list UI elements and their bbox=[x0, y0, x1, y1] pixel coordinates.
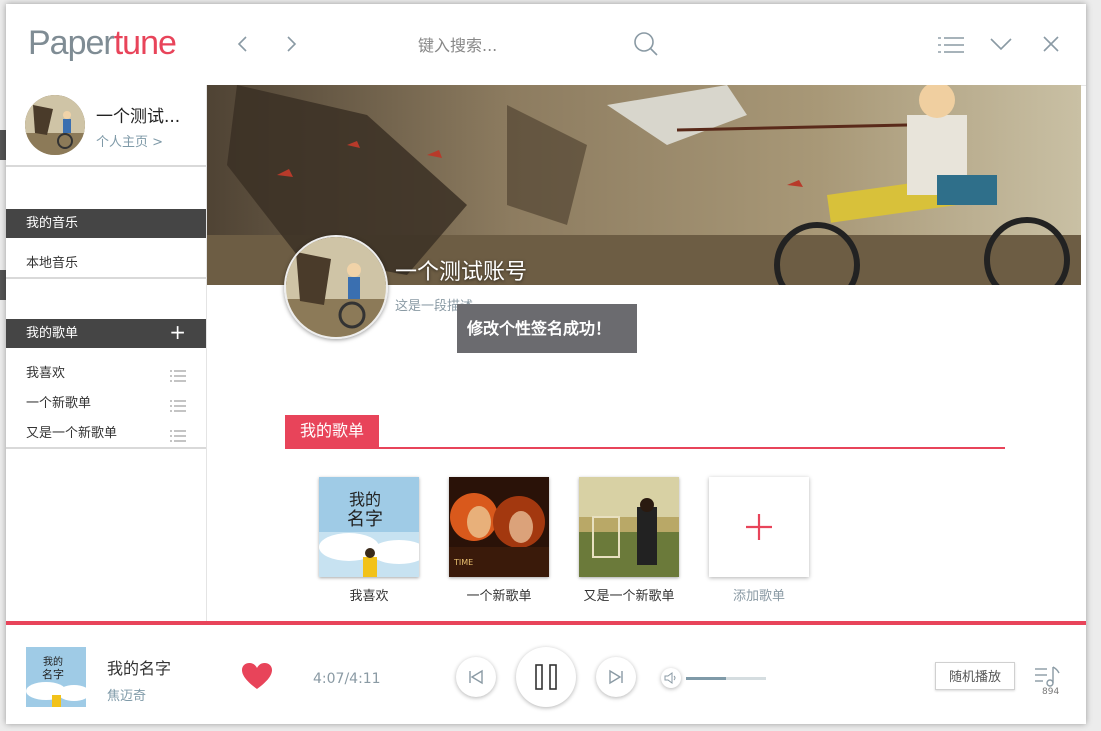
playlist-card-new[interactable]: TIME 一个新歌单 bbox=[449, 477, 549, 604]
profile-username: 一个测试账号 bbox=[395, 260, 528, 285]
avatar[interactable] bbox=[25, 95, 85, 155]
my-music-header: 我的音乐 bbox=[6, 209, 206, 238]
now-playing-title: 我的名字 bbox=[107, 659, 172, 678]
playlist-list-icon[interactable] bbox=[170, 367, 186, 382]
volume-level-fill bbox=[686, 677, 726, 680]
heart-icon[interactable] bbox=[242, 663, 272, 691]
playlist-cover[interactable]: TIME bbox=[449, 477, 549, 577]
sidebar-playlist-favorites[interactable]: 我喜欢 bbox=[26, 362, 65, 381]
profile-name: 一个测试... bbox=[96, 107, 181, 127]
playlists-section-title: 我的歌单 bbox=[285, 415, 380, 447]
playlist-cover[interactable]: 我的 名字 bbox=[319, 477, 419, 577]
next-icon bbox=[609, 669, 623, 685]
playlist-card-label: 又是一个新歌单 bbox=[583, 589, 675, 604]
shuffle-mode-button[interactable]: 随机播放 bbox=[935, 662, 1015, 690]
add-playlist-button[interactable] bbox=[709, 477, 809, 577]
sidebar-playlist-new[interactable]: 一个新歌单 bbox=[26, 392, 91, 411]
toast-notification: 修改个性签名成功！ bbox=[457, 304, 637, 353]
queue-count: 894 bbox=[1042, 687, 1060, 697]
playlist-cover[interactable] bbox=[579, 477, 679, 577]
profile-avatar[interactable] bbox=[284, 235, 388, 339]
plus-icon bbox=[746, 514, 772, 540]
close-icon[interactable] bbox=[1041, 34, 1061, 54]
volume-icon[interactable] bbox=[661, 668, 681, 688]
pause-button[interactable] bbox=[516, 647, 576, 707]
playlist-list-icon[interactable] bbox=[170, 397, 186, 412]
minimize-chevron-down-icon[interactable] bbox=[989, 34, 1013, 54]
player-bar: 我的 名字 我的名字 焦迈奇 4:07/4:11 随机播放 894 bbox=[6, 621, 1086, 724]
svg-text:名字: 名字 bbox=[42, 667, 64, 681]
playback-time: 4:07/4:11 bbox=[313, 671, 381, 687]
previous-icon bbox=[469, 669, 483, 685]
sidebar-item-local-music[interactable]: 本地音乐 bbox=[26, 252, 78, 271]
header-bar: Papertune bbox=[6, 4, 1086, 86]
add-playlist-card[interactable]: 添加歌单 bbox=[709, 477, 809, 604]
sidebar: 一个测试... 个人主页 > 我的音乐 本地音乐 我的歌单 + 我喜欢 一个新歌… bbox=[6, 85, 207, 621]
now-playing-cover[interactable]: 我的 名字 bbox=[26, 647, 86, 707]
section-divider bbox=[6, 277, 206, 279]
forward-icon[interactable] bbox=[279, 32, 303, 56]
svg-text:我的: 我的 bbox=[43, 655, 63, 668]
add-playlist-plus-icon[interactable]: + bbox=[169, 319, 186, 346]
sidebar-playlist-another[interactable]: 又是一个新歌单 bbox=[26, 422, 117, 441]
svg-text:TIME: TIME bbox=[453, 558, 473, 567]
profile-page: 一个测试账号 这是一段描述 修改个性签名成功！ 我的歌单 我的 名字 我喜欢 T… bbox=[207, 85, 1081, 621]
profile-homepage-link[interactable]: 个人主页 > bbox=[96, 131, 163, 150]
now-playing-artist[interactable]: 焦迈奇 bbox=[107, 685, 146, 704]
playlists-section-header: 我的歌单 bbox=[285, 415, 1005, 449]
search-input[interactable] bbox=[416, 31, 620, 59]
sidebar-profile-card[interactable]: 一个测试... 个人主页 > bbox=[6, 85, 206, 167]
my-playlists-header: 我的歌单 + bbox=[6, 319, 206, 348]
papertune-window: Papertune 键入搜索... 一个测试... 个人主页 > 我的音乐 本地… bbox=[6, 4, 1086, 724]
previous-track-button[interactable] bbox=[456, 657, 496, 697]
add-playlist-label: 添加歌单 bbox=[732, 589, 785, 604]
next-track-button[interactable] bbox=[596, 657, 636, 697]
pause-icon bbox=[535, 664, 557, 690]
playlist-card-label: 我喜欢 bbox=[349, 589, 389, 604]
playlist-card-label: 一个新歌单 bbox=[466, 589, 532, 604]
playlist-card-favorites[interactable]: 我的 名字 我喜欢 bbox=[319, 477, 419, 604]
svg-text:名字: 名字 bbox=[347, 509, 383, 530]
svg-text:我的: 我的 bbox=[349, 490, 381, 509]
app-logo: Papertune bbox=[28, 24, 177, 62]
volume-slider[interactable] bbox=[686, 677, 766, 680]
menu-list-icon[interactable] bbox=[938, 36, 964, 54]
section-divider bbox=[6, 447, 206, 449]
search-icon[interactable] bbox=[632, 30, 660, 58]
playlist-card-another[interactable]: 又是一个新歌单 bbox=[579, 477, 679, 604]
back-icon[interactable] bbox=[231, 32, 255, 56]
playlist-list-icon[interactable] bbox=[170, 427, 186, 442]
